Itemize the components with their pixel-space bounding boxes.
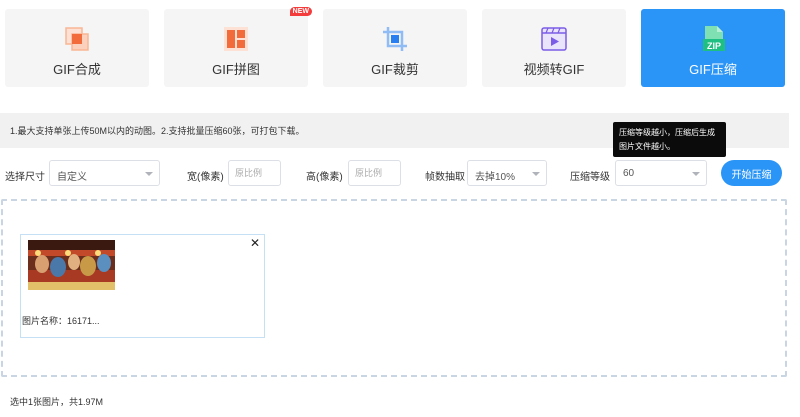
svg-text:ZIP: ZIP <box>707 41 721 51</box>
grid-layout-icon <box>224 27 248 51</box>
merge-squares-icon <box>65 27 89 51</box>
chevron-down-icon <box>145 172 153 176</box>
height-input[interactable] <box>348 160 401 186</box>
settings-row: 选择尺寸 自定义 宽(像素) 高(像素) 帧数抽取 去掉10% 压缩等级 60 … <box>0 158 800 188</box>
chevron-down-icon <box>692 172 700 176</box>
tool-gif-puzzle[interactable]: NEW GIF拼图 <box>164 7 312 87</box>
tooltip-line: 图片文件越小。 <box>619 142 675 151</box>
level-select-value: 60 <box>623 168 635 179</box>
level-select[interactable]: 60 <box>615 160 707 186</box>
tool-label: 视频转GIF <box>523 62 585 77</box>
file-card: ✕ 图片名称：16171... <box>20 234 265 338</box>
zip-file-icon: ZIP <box>703 26 725 51</box>
gif-thumbnail <box>28 240 115 290</box>
tool-gif-merge[interactable]: GIF合成 <box>5 9 149 87</box>
level-tooltip: 压缩等级越小，压缩后生成 图片文件越小。 <box>613 122 726 157</box>
frame-label: 帧数抽取 <box>425 172 465 183</box>
selection-summary: 选中1张图片，共1.97M <box>10 397 104 407</box>
tool-gif-crop[interactable]: GIF裁剪 <box>323 9 467 87</box>
frame-select-value: 去掉10% <box>475 172 516 183</box>
size-label: 选择尺寸 <box>5 172 45 183</box>
remove-file-close-icon[interactable]: ✕ <box>250 237 260 249</box>
upload-dropzone[interactable]: ✕ 图片名称：16171... <box>1 199 787 377</box>
width-input[interactable] <box>228 160 281 186</box>
size-select[interactable]: 自定义 <box>49 160 160 186</box>
start-compress-button[interactable]: 开始压缩 <box>721 160 782 186</box>
width-label: 宽(像素) <box>187 172 224 183</box>
tool-label: GIF压缩 <box>689 62 737 77</box>
crop-icon <box>383 27 407 51</box>
size-select-value: 自定义 <box>57 172 87 183</box>
file-name: 图片名称：16171... <box>22 316 100 326</box>
video-play-icon <box>541 27 567 51</box>
height-label: 高(像素) <box>306 172 343 183</box>
notice-text: 1.最大支持单张上传50M以内的动图。2.支持批量压缩60张，可打包下载。 <box>10 126 305 136</box>
tool-gif-compress[interactable]: ZIP GIF压缩 <box>641 9 785 87</box>
frame-select[interactable]: 去掉10% <box>467 160 547 186</box>
tool-label: GIF合成 <box>53 62 101 77</box>
tool-bar: GIF合成 NEW GIF拼图 GIF裁剪 视频转GIF ZIP GIF压缩 <box>5 7 795 87</box>
tooltip-line: 压缩等级越小，压缩后生成 <box>619 128 715 137</box>
tool-label: GIF裁剪 <box>371 62 419 77</box>
new-badge: NEW <box>289 7 312 16</box>
level-label: 压缩等级 <box>570 172 610 183</box>
chevron-down-icon <box>532 172 540 176</box>
tool-label: GIF拼图 <box>212 62 260 77</box>
tool-video-to-gif[interactable]: 视频转GIF <box>482 9 626 87</box>
